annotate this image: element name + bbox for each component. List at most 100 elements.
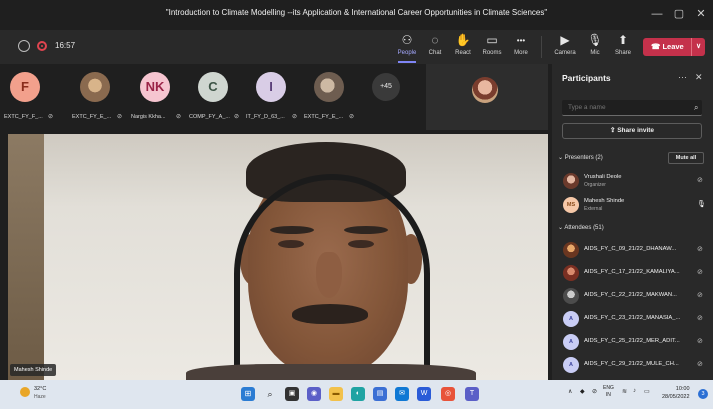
tray-app-icon[interactable]: ◆ (580, 388, 585, 395)
participant-row[interactable]: A AIDS_FY_C_29_21/22_MULE_CH... ⊘ (552, 355, 713, 377)
more-button[interactable]: ••• More (506, 33, 536, 61)
camera-button[interactable]: ▶ Camera (550, 33, 580, 61)
participant-name: AIDS_FY_C_22_21/22_MAKWAN... (584, 292, 677, 298)
participant-row[interactable]: A AIDS_FY_C_23_21/22_MANASIA_... ⊘ (552, 309, 713, 331)
mic-off-icon: ⊘ (697, 338, 703, 345)
search-icon[interactable]: ⌕ (694, 103, 698, 113)
chevron-down-icon: ⌄ (558, 225, 564, 231)
share-invite-icon: ⇪ (609, 127, 616, 134)
start-icon[interactable]: ⊞ (241, 387, 255, 401)
participant-name: EXTC_FY_E_... (304, 114, 344, 120)
participant-role: Organizer (584, 182, 606, 188)
participant-row[interactable]: Vrushali Deole Organizer ⊘ (552, 171, 713, 193)
presenters-header[interactable]: ⌄ Presenters (2) (558, 154, 603, 161)
store-icon[interactable]: ▤ (373, 387, 387, 401)
more-participants-button[interactable]: +45 (372, 73, 400, 101)
attendees-header-label: Attendees (51) (564, 225, 604, 231)
shield-icon (18, 40, 30, 52)
participant-row[interactable]: MS Mahesh Shinde External 🎙 (552, 195, 713, 217)
participant-avatar (563, 173, 579, 189)
chrome-icon[interactable]: ◎ (441, 387, 455, 401)
chat-icon: ◌ (431, 33, 439, 47)
chevron-down-icon: ⌄ (558, 155, 564, 161)
mic-off-icon[interactable]: ⊘ (592, 388, 597, 395)
toolbar-divider (541, 36, 542, 58)
mail-icon[interactable]: ✉ (395, 387, 409, 401)
participant-name: Mahesh Shinde (584, 198, 625, 204)
minimize-icon[interactable]: — (648, 6, 666, 22)
participant-avatar[interactable]: C (198, 72, 228, 102)
participant-row[interactable]: AIDS_FY_C_17_21/22_KAMALIYA... ⊘ (552, 263, 713, 285)
volume-icon[interactable]: ♪ (633, 388, 636, 394)
mic-off-icon: ⊘ (697, 292, 703, 299)
close-icon[interactable]: ✕ (695, 72, 703, 83)
share-icon: ⬆ (617, 33, 629, 47)
participant-search-input[interactable] (562, 100, 702, 116)
attendees-header[interactable]: ⌄ Attendees (51) (558, 224, 604, 231)
camera-label: Camera (554, 50, 576, 56)
wifi-icon[interactable]: ≋ (622, 388, 627, 395)
mic-off-icon: ⊘ (697, 315, 703, 322)
chat-app-icon[interactable]: ◉ (307, 387, 321, 401)
participant-avatar[interactable]: NK (140, 72, 170, 102)
chevron-down-icon[interactable]: ∨ (691, 38, 705, 56)
leave-label: ☎ Leave (651, 42, 684, 51)
participant-name: Vrushali Deole (584, 174, 622, 180)
react-button[interactable]: ✋ React (448, 33, 478, 61)
task-view-icon[interactable]: ▣ (285, 387, 299, 401)
system-clock[interactable]: 10:00 28/05/2022 (662, 385, 690, 401)
participant-avatar[interactable]: F (10, 72, 40, 102)
mic-off-icon: ⊘ (697, 269, 703, 276)
participant-avatar: A (563, 357, 579, 373)
meeting-timer: 16:57 (55, 41, 76, 50)
mic-off-icon: ⊘ (292, 114, 298, 120)
react-icon: ✋ (455, 33, 471, 47)
region-code: IN (605, 392, 611, 398)
phone-icon: ☎ (651, 42, 661, 51)
weather-description: Haze (34, 394, 46, 400)
edge-browser-icon[interactable]: ◐ (351, 387, 365, 401)
participant-avatar: A (563, 311, 579, 327)
chevron-up-icon[interactable]: ∧ (568, 388, 572, 395)
participant-avatar[interactable] (80, 72, 110, 102)
more-options-icon[interactable]: ··· (678, 72, 687, 82)
share-invite-label: Share invite (617, 127, 655, 134)
camera-off-icon: ▶ (560, 33, 570, 47)
chat-button[interactable]: ◌ Chat (420, 33, 450, 61)
mute-all-button[interactable]: Mute all (668, 152, 704, 164)
leave-button[interactable]: ☎ Leave ∨ (643, 38, 705, 56)
rooms-button[interactable]: ▭ Rooms (477, 33, 507, 61)
share-invite-button[interactable]: ⇪ Share invite (562, 123, 702, 139)
teams-icon[interactable]: T (465, 387, 479, 401)
close-icon[interactable]: ✕ (692, 6, 710, 22)
speaker-name-tag: Mahesh Shinde (10, 364, 57, 376)
file-explorer-icon[interactable]: ▬ (329, 387, 343, 401)
maximize-icon[interactable]: ▢ (670, 6, 688, 22)
window-title: "Introduction to Climate Modelling --its… (165, 8, 548, 17)
people-label: People (397, 50, 417, 56)
self-avatar (472, 77, 498, 103)
main-video (8, 134, 548, 380)
share-button[interactable]: ⬆ Share (608, 33, 638, 61)
people-button[interactable]: ⚇ People (392, 33, 422, 63)
word-icon[interactable]: W (417, 387, 431, 401)
more-icon: ••• (516, 36, 526, 45)
weather-sun-icon[interactable] (20, 387, 30, 397)
participant-avatar: A (563, 334, 579, 350)
participant-name: AIDS_FY_C_09_21/22_DHANAW... (584, 246, 677, 252)
mic-off-icon: 🎙 (587, 33, 603, 47)
participant-row[interactable]: A AIDS_FY_C_25_21/22_MER_ADIT... ⊘ (552, 332, 713, 354)
mic-off-icon: ⊘ (697, 246, 703, 253)
participant-avatar[interactable]: I (256, 72, 286, 102)
notification-badge[interactable]: 3 (698, 389, 708, 399)
participant-avatar[interactable] (314, 72, 344, 102)
people-icon: ⚇ (401, 33, 413, 47)
rooms-label: Rooms (482, 50, 502, 56)
participant-row[interactable]: AIDS_FY_C_22_21/22_MAKWAN... ⊘ (552, 286, 713, 308)
search-icon[interactable]: ⌕ (263, 387, 277, 401)
mic-button[interactable]: 🎙 Mic (580, 33, 610, 61)
participant-name: AIDS_FY_C_25_21/22_MER_ADIT... (584, 338, 680, 344)
participant-row[interactable]: AIDS_FY_C_09_21/22_DHANAW... ⊘ (552, 240, 713, 262)
language-indicator[interactable]: ENG IN (603, 385, 614, 399)
battery-icon[interactable]: ▭ (644, 388, 650, 395)
